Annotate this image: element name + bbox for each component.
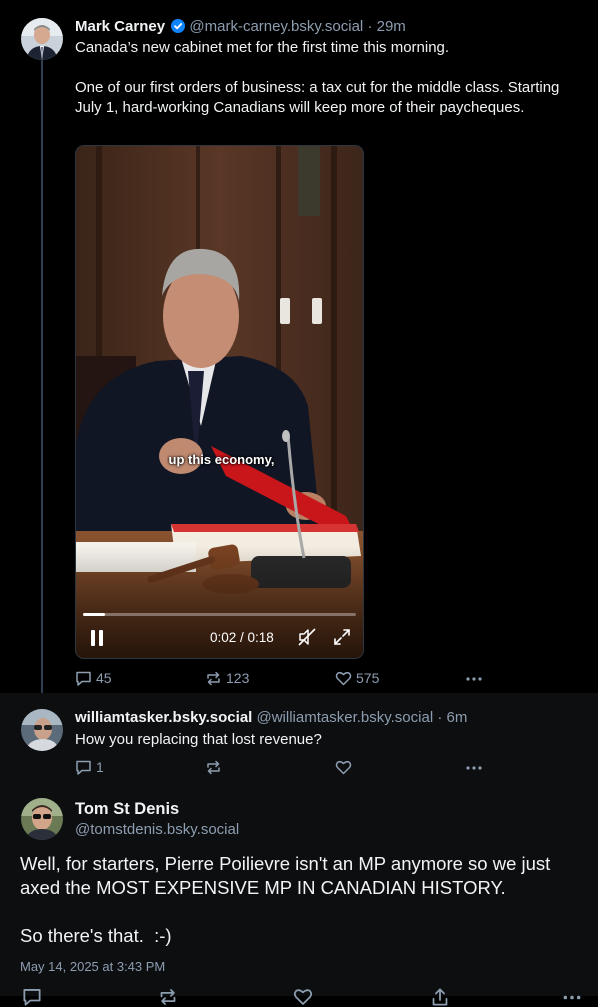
post-text: How you replacing that lost revenue?	[75, 731, 322, 748]
repost-button[interactable]	[158, 987, 178, 1007]
more-icon	[465, 670, 483, 687]
heart-icon	[335, 670, 352, 687]
post-header: Tom St Denis	[75, 800, 179, 819]
fullscreen-icon[interactable]	[333, 628, 351, 649]
post-text-paragraph: Well, for starters, Pierre Poilievre isn…	[20, 853, 551, 898]
verified-check-icon	[171, 19, 186, 37]
post-header: Mark Carney @mark-carney.bsky.social · 2…	[75, 18, 406, 37]
heart-icon	[335, 759, 352, 776]
repost-icon	[205, 670, 222, 687]
pause-icon[interactable]	[90, 630, 104, 649]
repost-icon	[158, 987, 178, 1007]
repost-button[interactable]: 123	[205, 668, 249, 688]
more-options-button[interactable]	[465, 668, 483, 688]
post-actions	[0, 987, 598, 1007]
post-actions: 1	[0, 757, 598, 777]
thread-line	[41, 60, 43, 700]
more-icon	[562, 987, 582, 1007]
share-button[interactable]	[430, 987, 450, 1007]
separator: ·	[437, 709, 443, 726]
reply-icon	[75, 670, 92, 687]
post-text-line: Canada’s new cabinet met for the first t…	[75, 39, 450, 56]
reply-button[interactable]: 45	[75, 668, 112, 688]
muted-speaker-icon[interactable]	[298, 628, 316, 649]
video-controls: 0:02 / 0:18	[76, 624, 363, 652]
handle[interactable]: @tomstdenis.bsky.social	[75, 821, 239, 838]
video-progress-fill	[83, 613, 105, 616]
more-icon	[465, 759, 483, 776]
reply-button[interactable]	[22, 987, 42, 1007]
reply-button[interactable]: 1	[75, 757, 104, 777]
post-text: Canada’s new cabinet met for the first t…	[75, 38, 565, 118]
like-button[interactable]	[293, 987, 313, 1007]
video-time: 0:02 / 0:18	[210, 630, 274, 645]
handle[interactable]: @williamtasker.bsky.social	[257, 709, 434, 726]
video-progress-bar[interactable]	[83, 613, 356, 616]
video-caption: up this economy,	[168, 452, 275, 467]
like-button[interactable]: 575	[335, 668, 379, 688]
more-options-button[interactable]	[465, 757, 483, 777]
repost-count: 123	[226, 670, 250, 686]
reply-count: 1	[96, 759, 104, 775]
handle[interactable]: @mark-carney.bsky.social	[189, 18, 363, 35]
like-button[interactable]	[335, 757, 352, 777]
post-header: williamtasker.bsky.social @williamtasker…	[75, 709, 467, 726]
post-actions: 45 123 575	[0, 668, 598, 688]
reply-count: 45	[96, 670, 112, 686]
separator: ·	[367, 18, 373, 35]
avatar[interactable]	[21, 798, 63, 840]
repost-button[interactable]	[205, 757, 222, 777]
post-text-paragraph: One of our first orders of business: a t…	[75, 79, 560, 116]
display-name[interactable]: Mark Carney	[75, 18, 165, 35]
more-options-button[interactable]	[562, 987, 582, 1007]
reply-icon	[22, 987, 42, 1007]
display-name[interactable]: Tom St Denis	[75, 800, 179, 818]
post-text-paragraph: So there's that. :-)	[20, 925, 172, 946]
post-time[interactable]: 29m	[377, 18, 406, 35]
repost-icon	[205, 759, 222, 776]
avatar[interactable]	[21, 709, 63, 751]
like-count: 575	[356, 670, 380, 686]
avatar[interactable]	[21, 18, 63, 60]
share-icon	[430, 987, 450, 1007]
post-timestamp[interactable]: May 14, 2025 at 3:43 PM	[20, 959, 165, 974]
post-header: @tomstdenis.bsky.social	[75, 821, 239, 838]
heart-icon	[293, 987, 313, 1007]
post-time[interactable]: 6m	[447, 709, 468, 726]
video-player[interactable]: up this economy, 0:02 / 0:18	[75, 145, 364, 659]
display-name[interactable]: williamtasker.bsky.social	[75, 709, 252, 726]
reply-icon	[75, 759, 92, 776]
